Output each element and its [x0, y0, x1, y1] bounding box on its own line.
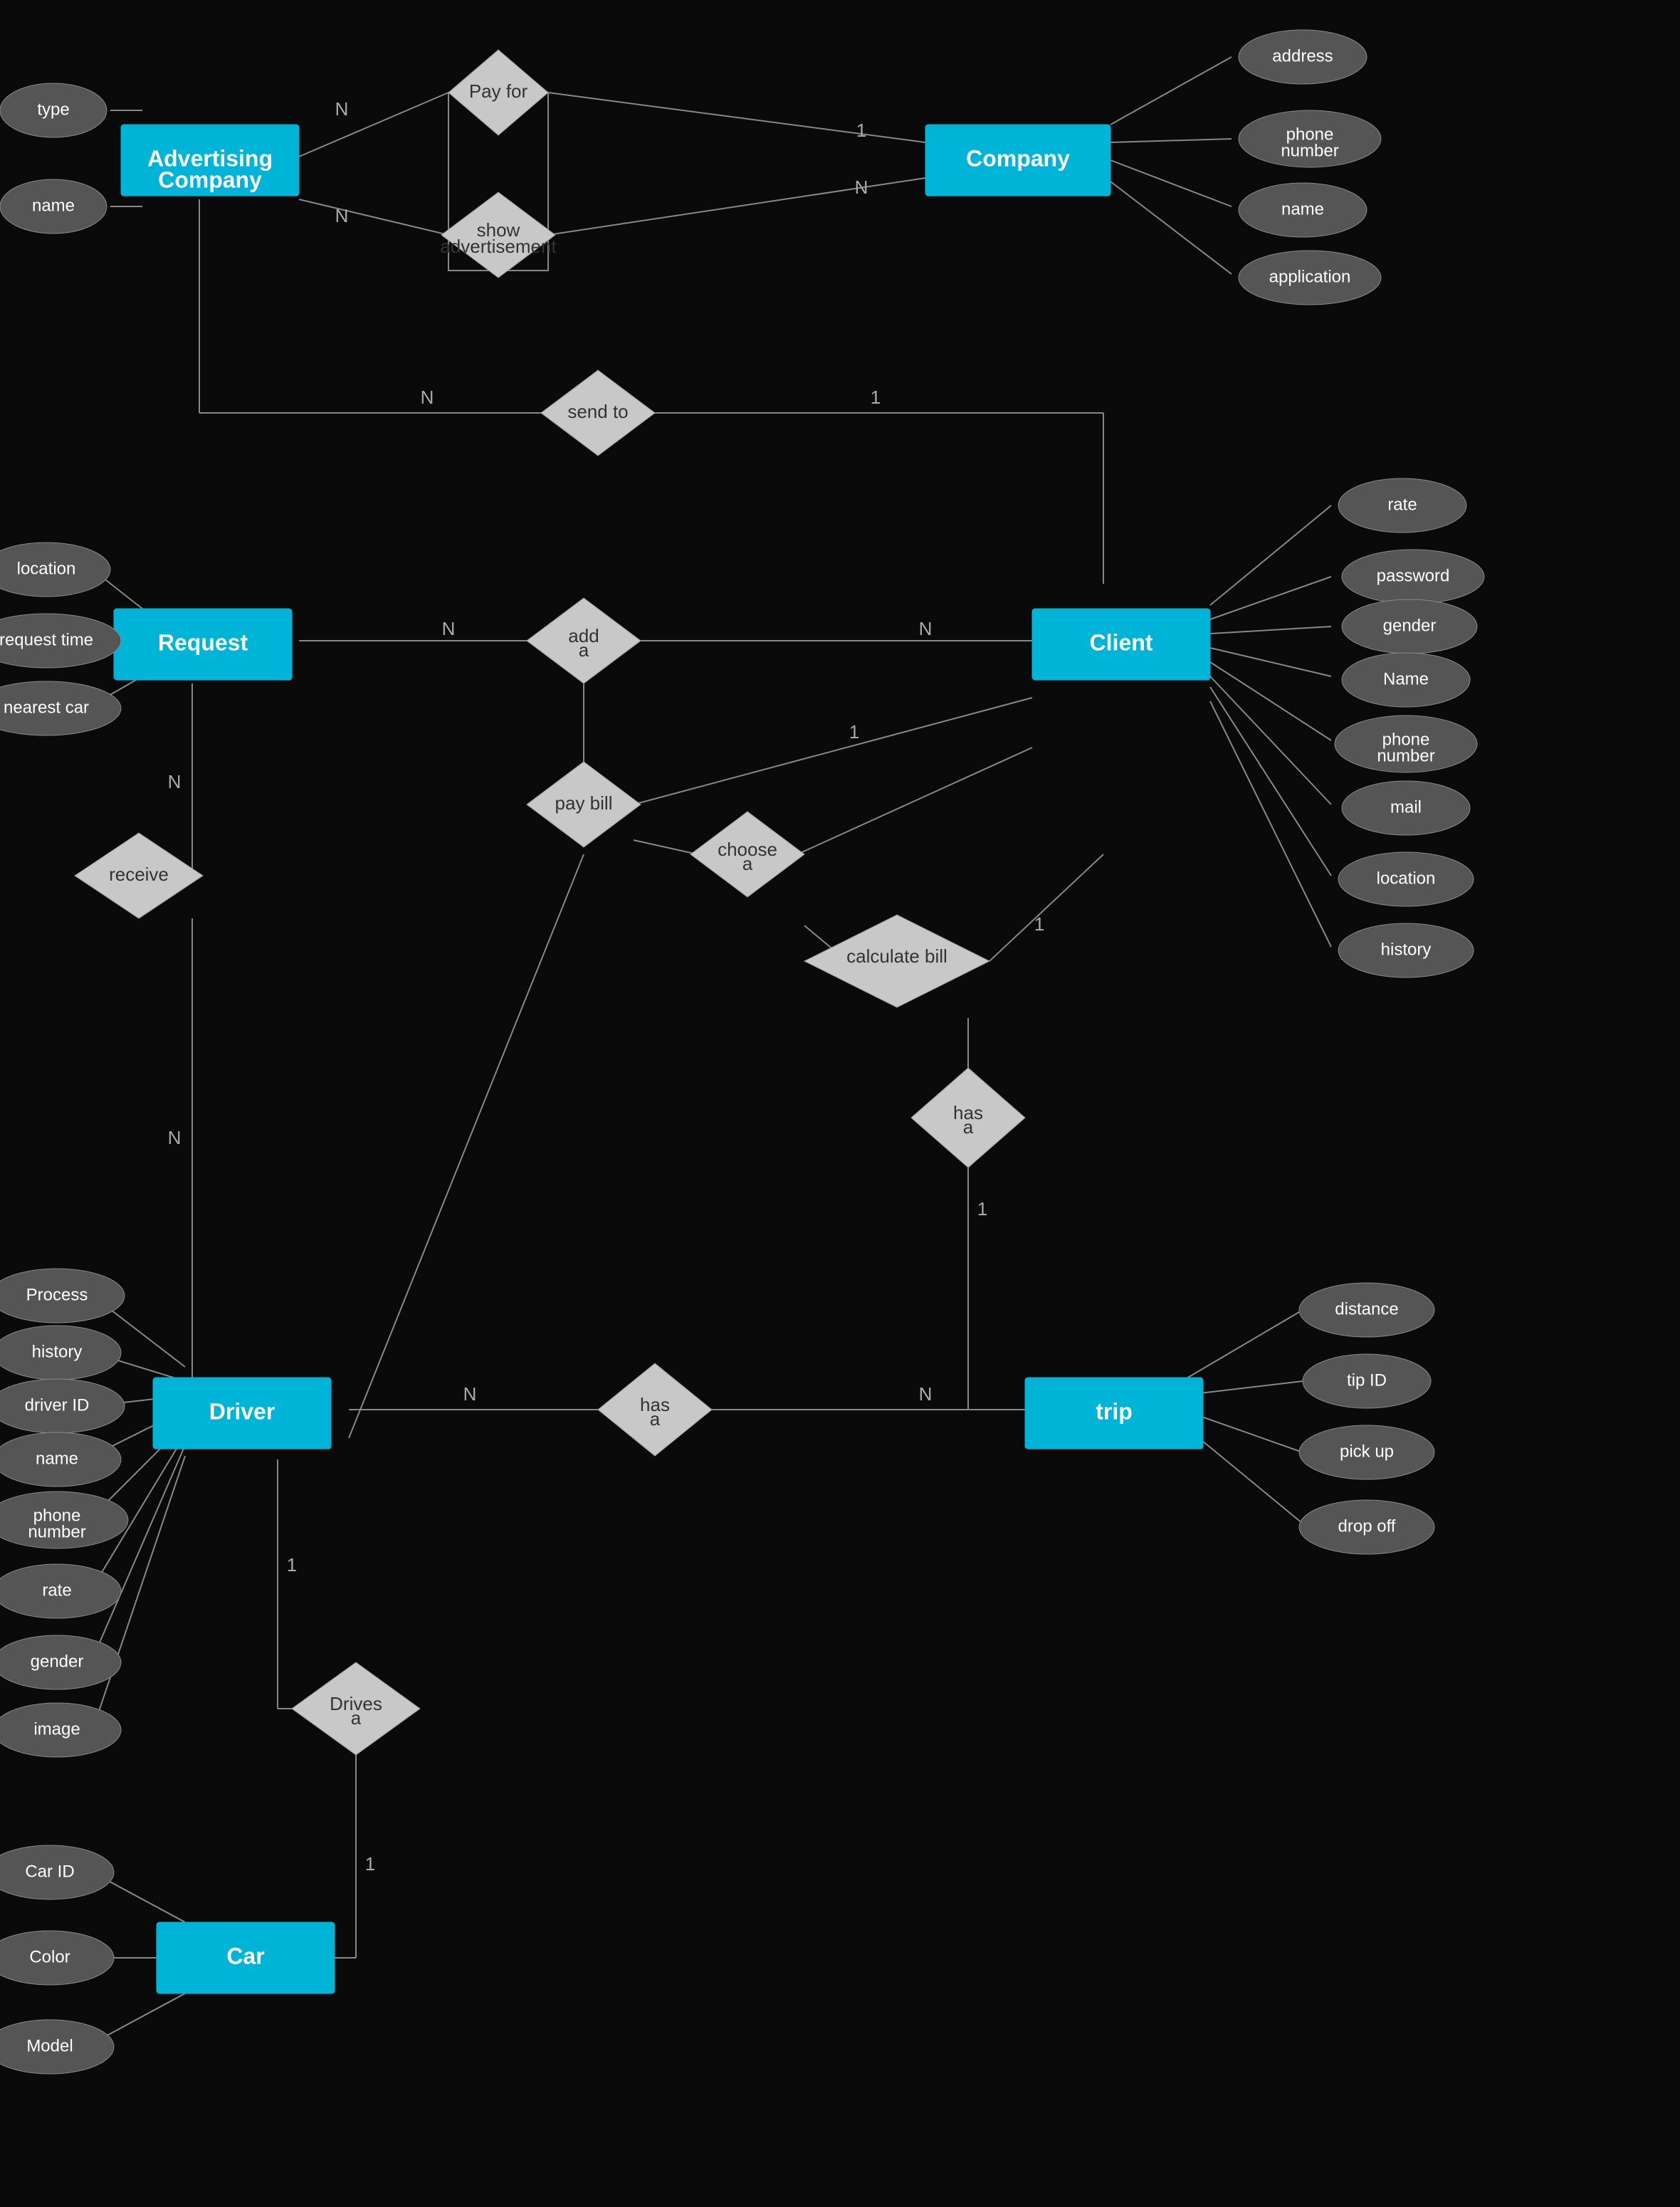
svg-text:N: N [463, 1383, 477, 1405]
svg-text:1: 1 [977, 1198, 987, 1220]
attr-label-req-location: location [17, 559, 76, 578]
rel-label-choose-a2: a [742, 853, 753, 874]
attr-label-dr-phone2: number [28, 1522, 85, 1541]
svg-text:1: 1 [287, 1554, 297, 1576]
attr-label-co-address: address [1272, 46, 1333, 65]
attr-label-co-name: name [1281, 199, 1324, 219]
svg-text:N: N [442, 618, 456, 639]
attr-label-cl-name: Name [1383, 669, 1429, 688]
attr-label-co-phone2: number [1281, 141, 1338, 160]
rel-label-receive: receive [109, 864, 169, 885]
attr-label-dr-rate: rate [42, 1580, 71, 1600]
attr-label-car-model: Model [26, 2036, 73, 2055]
attr-label-car-id: Car ID [25, 1862, 74, 1881]
svg-text:1: 1 [849, 721, 859, 743]
rel-label-pay-bill: pay bill [555, 792, 613, 814]
attr-label-dr-name: name [36, 1449, 78, 1468]
entity-label-driver: Driver [209, 1398, 275, 1424]
rel-label-send-to: send to [567, 401, 628, 422]
rel-label-has-driver2: a [650, 1408, 661, 1430]
attr-label-cl-rate: rate [1387, 495, 1417, 514]
attr-label-cl-history: history [1381, 940, 1432, 959]
attr-label-dr-history: history [32, 1342, 83, 1361]
attr-label-req-time: request time [0, 630, 93, 649]
svg-text:1: 1 [1034, 913, 1044, 935]
svg-text:1: 1 [871, 387, 881, 408]
entity-label-client: Client [1090, 629, 1153, 655]
svg-text:N: N [168, 1127, 182, 1148]
svg-text:N: N [335, 205, 349, 226]
attr-label-tr-distance: distance [1335, 1299, 1398, 1319]
svg-text:1: 1 [856, 120, 866, 141]
attr-label-cl-location: location [1377, 869, 1436, 888]
attr-label-cl-password: password [1377, 566, 1450, 585]
entity-label-company: Company [966, 145, 1070, 171]
attr-label-req-car: nearest car [4, 698, 89, 717]
attr-label-dr-image: image [33, 1719, 80, 1739]
attr-label-dr-process: Process [26, 1285, 88, 1304]
attr-label-ac-name: name [32, 196, 75, 215]
svg-text:N: N [335, 98, 349, 120]
rel-label-has-a2: a [963, 1116, 974, 1138]
attr-label-cl-phone2: number [1377, 746, 1434, 765]
er-diagram: N 1 N N N 1 N N N 1 N 1 1 1 N N 1 [0, 0, 1680, 2207]
attr-label-tr-pickup: pick up [1340, 1442, 1394, 1461]
attr-label-dr-driverid: driver ID [25, 1395, 90, 1415]
entity-label-car: Car [226, 1943, 264, 1969]
rel-label-add-a2: a [579, 639, 589, 661]
rel-label-calculate-bill: calculate bill [846, 945, 947, 967]
attr-label-dr-gender: gender [31, 1652, 84, 1671]
rel-label-drives2: a [351, 1707, 362, 1729]
entity-label-advertising-company2: Company [158, 167, 262, 192]
svg-text:N: N [919, 618, 933, 639]
rel-label-pay-for: Pay for [469, 80, 528, 102]
entity-label-request: Request [158, 629, 248, 655]
attr-label-tr-tipid: tip ID [1347, 1370, 1387, 1390]
svg-text:1: 1 [365, 1853, 375, 1875]
attr-label-car-color: Color [29, 1947, 70, 1966]
svg-text:N: N [421, 387, 434, 408]
svg-text:N: N [919, 1383, 933, 1405]
attr-label-cl-mail: mail [1390, 797, 1422, 817]
attr-label-co-app: application [1269, 267, 1351, 286]
attr-label-cl-gender: gender [1383, 616, 1437, 635]
attr-label-ac-type: type [37, 100, 69, 119]
svg-text:N: N [855, 177, 868, 198]
entity-label-trip: trip [1096, 1398, 1133, 1424]
rel-label-show-ad2: advertisement [440, 236, 557, 257]
attr-label-tr-dropoff: drop off [1338, 1516, 1396, 1536]
svg-text:N: N [168, 771, 182, 792]
